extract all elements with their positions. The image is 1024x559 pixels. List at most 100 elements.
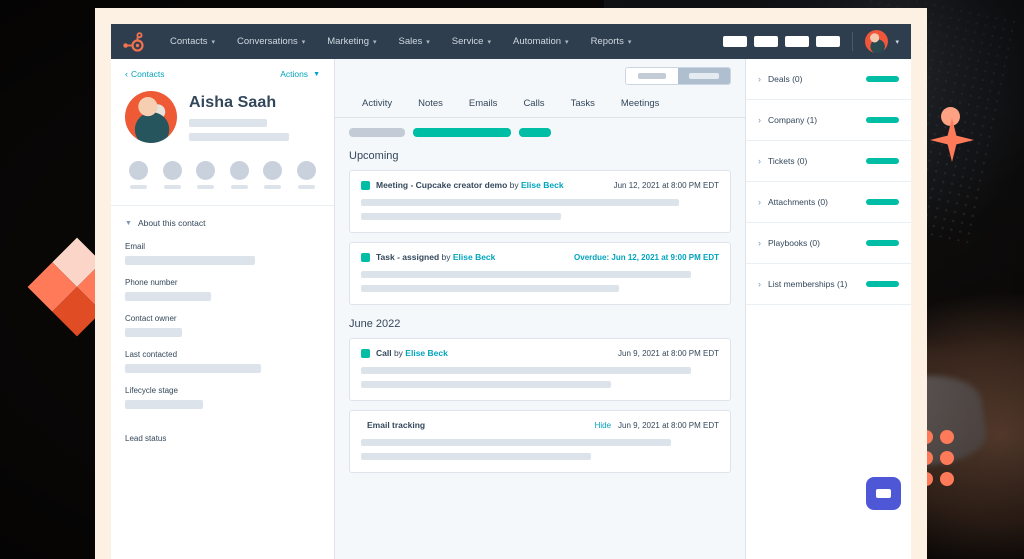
about-fields: Email Phone number Contact owner Last co… <box>125 242 320 448</box>
sidebar-item-tickets[interactable]: › Tickets (0) <box>746 141 911 182</box>
quick-action-1[interactable] <box>129 161 148 189</box>
sidebar-item-pill <box>866 158 899 164</box>
nav-item-marketing[interactable]: Marketing ▾ <box>316 36 387 47</box>
breadcrumb-back-contacts[interactable]: ‹ Contacts <box>125 69 165 79</box>
card-title: Email tracking <box>367 420 425 430</box>
tab-emails[interactable]: Emails <box>456 92 511 117</box>
card-title-bold: Meeting - Cupcake creator demo <box>376 180 508 190</box>
nav-items: Contacts ▾ Conversations ▾ Marketing ▾ S… <box>159 36 642 47</box>
view-toggle-option-grid[interactable] <box>678 68 730 84</box>
card-title-owner[interactable]: Elise Beck <box>405 348 448 358</box>
tab-tasks[interactable]: Tasks <box>558 92 608 117</box>
sidebar-item-pill <box>866 240 899 246</box>
field-value-placeholder[interactable] <box>125 328 182 337</box>
chevron-right-icon: › <box>758 238 761 248</box>
activity-tabs: Activity Notes Emails Calls Tasks Meetin… <box>335 92 745 118</box>
card-title-bold: Email tracking <box>367 420 426 430</box>
user-avatar[interactable] <box>865 30 889 53</box>
nav-divider <box>852 32 854 51</box>
chevron-right-icon: › <box>758 197 761 207</box>
sidebar-item-pill <box>866 117 899 123</box>
nav-action-button-1[interactable] <box>723 36 748 47</box>
sidebar-item-playbooks[interactable]: › Playbooks (0) <box>746 223 911 264</box>
chevron-down-icon: ▾ <box>487 38 491 46</box>
field-label: Email <box>125 242 146 251</box>
nav-item-contacts[interactable]: Contacts ▾ <box>159 36 226 47</box>
hubspot-app-window: Contacts ▾ Conversations ▾ Marketing ▾ S… <box>111 24 911 559</box>
tab-notes[interactable]: Notes <box>405 92 456 117</box>
nav-item-conversations[interactable]: Conversations ▾ <box>226 36 316 47</box>
about-section-header[interactable]: ▼ About this contact <box>125 218 320 228</box>
field-value-placeholder[interactable] <box>125 292 211 301</box>
nav-item-sales[interactable]: Sales ▾ <box>388 36 441 47</box>
field-label: Phone number <box>125 278 178 287</box>
nav-item-service[interactable]: Service ▾ <box>441 36 502 47</box>
filter-pill-2[interactable] <box>413 128 511 137</box>
card-title-owner[interactable]: Elise Beck <box>453 252 496 262</box>
field-label: Lifecycle stage <box>125 386 178 395</box>
quick-action-2[interactable] <box>162 161 182 189</box>
card-meta: Jun 12, 2021 at 8:00 PM EDT <box>614 181 719 190</box>
chevron-down-icon: ▾ <box>372 38 377 46</box>
sidebar-item-company[interactable]: › Company (1) <box>746 100 911 141</box>
chevron-down-icon[interactable]: ▾ <box>895 38 899 46</box>
nav-item-reports[interactable]: Reports ▾ <box>580 36 643 47</box>
quick-action-6[interactable] <box>296 161 316 189</box>
nav-item-label: Reports <box>590 36 624 47</box>
tab-meetings[interactable]: Meetings <box>608 92 673 117</box>
screenshot-frame: Contacts ▾ Conversations ▾ Marketing ▾ S… <box>95 8 927 559</box>
quick-action-5[interactable] <box>263 161 283 189</box>
card-header: Meeting - Cupcake creator demo by Elise … <box>361 180 719 190</box>
quick-action-label <box>163 185 181 189</box>
circle-dot-icon <box>941 107 960 126</box>
nav-action-button-4[interactable] <box>816 36 841 47</box>
chat-bubble-icon[interactable] <box>866 477 901 510</box>
sidebar-item-pill <box>866 281 899 287</box>
card-date: Jun 9, 2021 at 8:00 PM EDT <box>618 420 719 430</box>
hide-link[interactable]: Hide <box>595 421 611 430</box>
tab-activity[interactable]: Activity <box>349 92 405 117</box>
placeholder-bar <box>361 439 671 446</box>
view-toggle-option-list[interactable] <box>626 68 678 84</box>
nav-action-button-3[interactable] <box>785 36 810 47</box>
placeholder-bar <box>361 213 561 220</box>
activity-card-meeting[interactable]: Meeting - Cupcake creator demo by Elise … <box>349 170 731 233</box>
activity-card-email-tracking[interactable]: Email tracking Hide Jun 9, 2021 at 8:00 … <box>349 410 731 473</box>
nav-item-label: Contacts <box>170 36 208 47</box>
sidebar-item-deals[interactable]: › Deals (0) <box>746 59 911 100</box>
toggle-label-placeholder <box>689 73 719 79</box>
quick-action-icon <box>229 161 249 180</box>
quick-action-4[interactable] <box>229 161 249 189</box>
field-value-placeholder[interactable] <box>125 364 261 373</box>
hubspot-sprocket-icon[interactable] <box>121 30 145 54</box>
sidebar-item-list-memberships[interactable]: › List memberships (1) <box>746 264 911 305</box>
sidebar-item-attachments[interactable]: › Attachments (0) <box>746 182 911 223</box>
actions-dropdown[interactable]: Actions ▼ <box>280 69 320 79</box>
card-title-connector: by <box>439 252 453 262</box>
field-value-placeholder[interactable] <box>125 256 255 265</box>
nav-item-label: Service <box>451 36 484 47</box>
quick-action-3[interactable] <box>196 161 216 189</box>
tab-calls[interactable]: Calls <box>510 92 557 117</box>
field-label: Last contacted <box>125 350 178 359</box>
sidebar-item-label: Tickets (0) <box>768 156 808 166</box>
breadcrumb-label: Contacts <box>131 69 165 79</box>
filter-pill-1[interactable] <box>349 128 405 137</box>
nav-item-label: Automation <box>512 36 562 47</box>
card-meta: Jun 9, 2021 at 8:00 PM EDT <box>618 349 719 358</box>
toggle-label-placeholder <box>638 73 666 79</box>
activity-card-task[interactable]: Task - assigned by Elise Beck Overdue: J… <box>349 242 731 305</box>
view-toggle <box>625 67 731 85</box>
contact-avatar[interactable] <box>125 91 177 143</box>
nav-action-button-2[interactable] <box>754 36 779 47</box>
filter-pill-3[interactable] <box>519 128 551 137</box>
nav-item-automation[interactable]: Automation ▾ <box>502 36 580 47</box>
card-title-owner[interactable]: Elise Beck <box>521 180 564 190</box>
chevron-down-icon: ▾ <box>301 38 306 46</box>
activity-card-call[interactable]: Call by Elise Beck Jun 9, 2021 at 8:00 P… <box>349 338 731 401</box>
field-value-placeholder[interactable] <box>125 400 203 409</box>
view-toggle-row <box>335 59 745 85</box>
quick-action-icon <box>162 161 182 180</box>
card-body-placeholders <box>361 439 719 460</box>
contact-sidebar: ‹ Contacts Actions ▼ Aisha Saah ▼ About … <box>111 59 335 559</box>
